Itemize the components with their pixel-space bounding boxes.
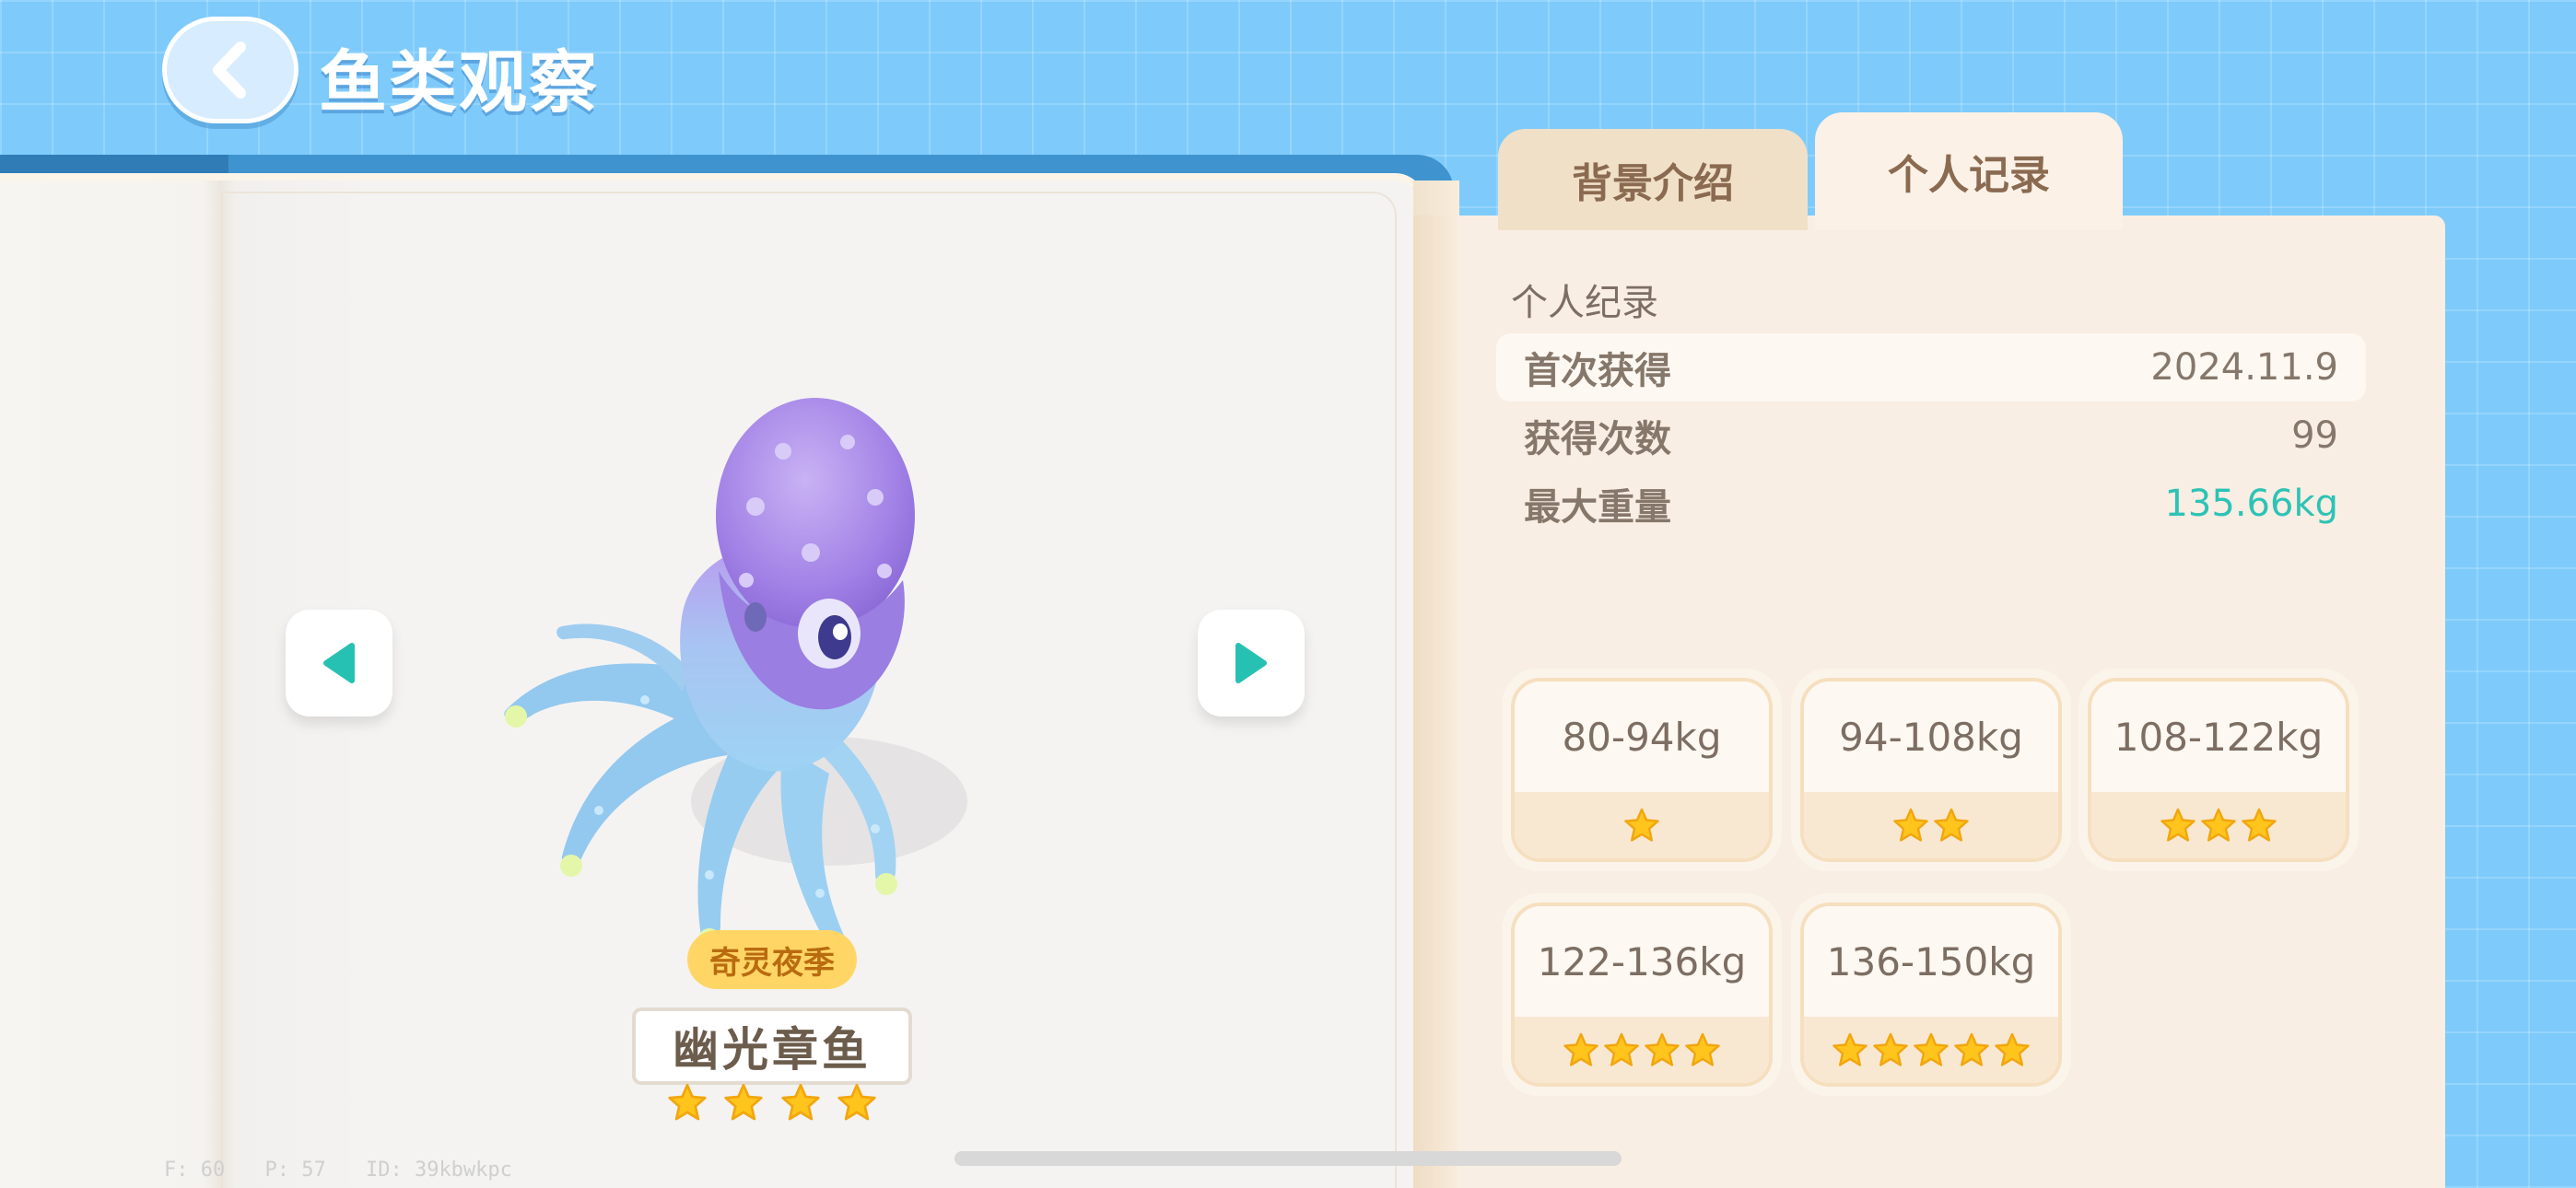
weight-tier-range: 122-136kg: [1515, 906, 1769, 1017]
debug-id: ID: 39kbwkpc: [365, 1159, 512, 1182]
weight-tier-stars: [2091, 792, 2346, 858]
star-icon: [1685, 1032, 1720, 1066]
star-icon: [1563, 1032, 1598, 1066]
star-icon: [1914, 1032, 1949, 1066]
weight-tier-range: 108-122kg: [2091, 681, 2346, 792]
star-icon: [1954, 1032, 1989, 1066]
weight-tier-range: 80-94kg: [1515, 681, 1769, 792]
back-button[interactable]: [162, 17, 299, 123]
next-fish-button[interactable]: [1198, 610, 1305, 716]
star-icon: [1645, 1032, 1680, 1066]
fish-rarity-stars: [667, 1077, 877, 1127]
debug-ping: P: 57: [264, 1159, 326, 1182]
weight-tier-stars: [1804, 792, 2058, 858]
event-badge: 奇灵夜季: [687, 930, 857, 989]
debug-fps: F: 60: [164, 1159, 226, 1182]
weight-tier-stars: [1515, 1017, 1769, 1083]
weight-tier-range: 94-108kg: [1804, 681, 2058, 792]
star-icon: [837, 1083, 876, 1121]
page-title: 鱼类观察: [319, 43, 599, 122]
tab-personal-record[interactable]: 个人记录: [1815, 112, 2123, 230]
record-row-max-weight: 最大重量 135.66kg: [1496, 470, 2366, 538]
star-icon: [2201, 808, 2236, 842]
record-row-first-obtained: 首次获得 2024.11.9: [1496, 333, 2366, 402]
star-icon: [1624, 808, 1659, 842]
weight-tier-card[interactable]: 108-122kg: [2078, 669, 2359, 871]
star-icon: [668, 1083, 707, 1121]
star-icon: [1934, 808, 1969, 842]
weight-tier-stars: [1804, 1017, 2058, 1083]
debug-overlay: F: 60 P: 57 ID: 39kbwkpc: [164, 1159, 540, 1182]
record-label: 最大重量: [1524, 486, 1671, 529]
star-icon: [1893, 808, 1928, 842]
weight-tier-card[interactable]: 136-150kg: [1791, 893, 2071, 1096]
triangle-right-icon: [1235, 643, 1267, 683]
fish-name: 幽光章鱼: [632, 1007, 912, 1085]
star-icon: [2160, 808, 2195, 842]
star-icon: [781, 1083, 820, 1121]
prev-fish-button[interactable]: [286, 610, 392, 716]
record-value: 99: [2291, 414, 2338, 457]
home-indicator[interactable]: [954, 1151, 1622, 1166]
weight-tier-card[interactable]: 80-94kg: [1502, 669, 1782, 871]
chevron-left-icon: [213, 41, 246, 99]
star-icon: [1873, 1032, 1908, 1066]
record-label: 获得次数: [1524, 418, 1671, 460]
weight-tier-stars: [1515, 792, 1769, 858]
star-icon: [1995, 1032, 2030, 1066]
book-cover-edge-dark: [0, 155, 228, 175]
record-value-max-weight: 135.66kg: [2164, 483, 2338, 525]
weight-tier-range: 136-150kg: [1804, 906, 2058, 1017]
triangle-left-icon: [323, 643, 355, 683]
record-value: 2024.11.9: [2150, 346, 2338, 389]
record-label: 首次获得: [1524, 350, 1671, 392]
star-icon: [724, 1083, 763, 1121]
weight-tier-card[interactable]: 94-108kg: [1791, 669, 2071, 871]
star-icon: [1604, 1032, 1639, 1066]
panel-edge: [1413, 215, 1458, 1188]
record-section-title: 个人纪录: [1511, 282, 1658, 324]
record-row-obtain-count: 获得次数 99: [1496, 402, 2366, 470]
tab-background[interactable]: 背景介绍: [1498, 129, 1808, 230]
star-icon: [1832, 1032, 1868, 1066]
weight-tier-card[interactable]: 122-136kg: [1502, 893, 1782, 1096]
star-icon: [2242, 808, 2277, 842]
octopus-illustration: [504, 398, 967, 963]
